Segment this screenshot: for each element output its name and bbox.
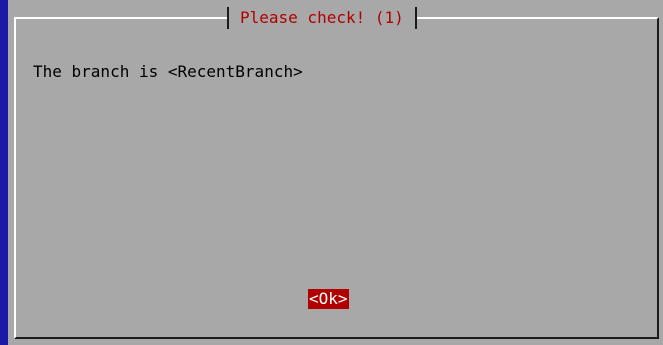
terminal-screen: Please check! (1) The branch is <RecentB…	[0, 0, 663, 345]
dialog-message: The branch is <RecentBranch>	[33, 62, 303, 81]
dialog-title: Please check! (1)	[240, 8, 404, 27]
message-dialog: Please check! (1) The branch is <RecentB…	[8, 0, 663, 345]
dialog-title-bar: Please check! (1)	[227, 7, 417, 29]
ok-button[interactable]: <Ok>	[308, 289, 349, 309]
